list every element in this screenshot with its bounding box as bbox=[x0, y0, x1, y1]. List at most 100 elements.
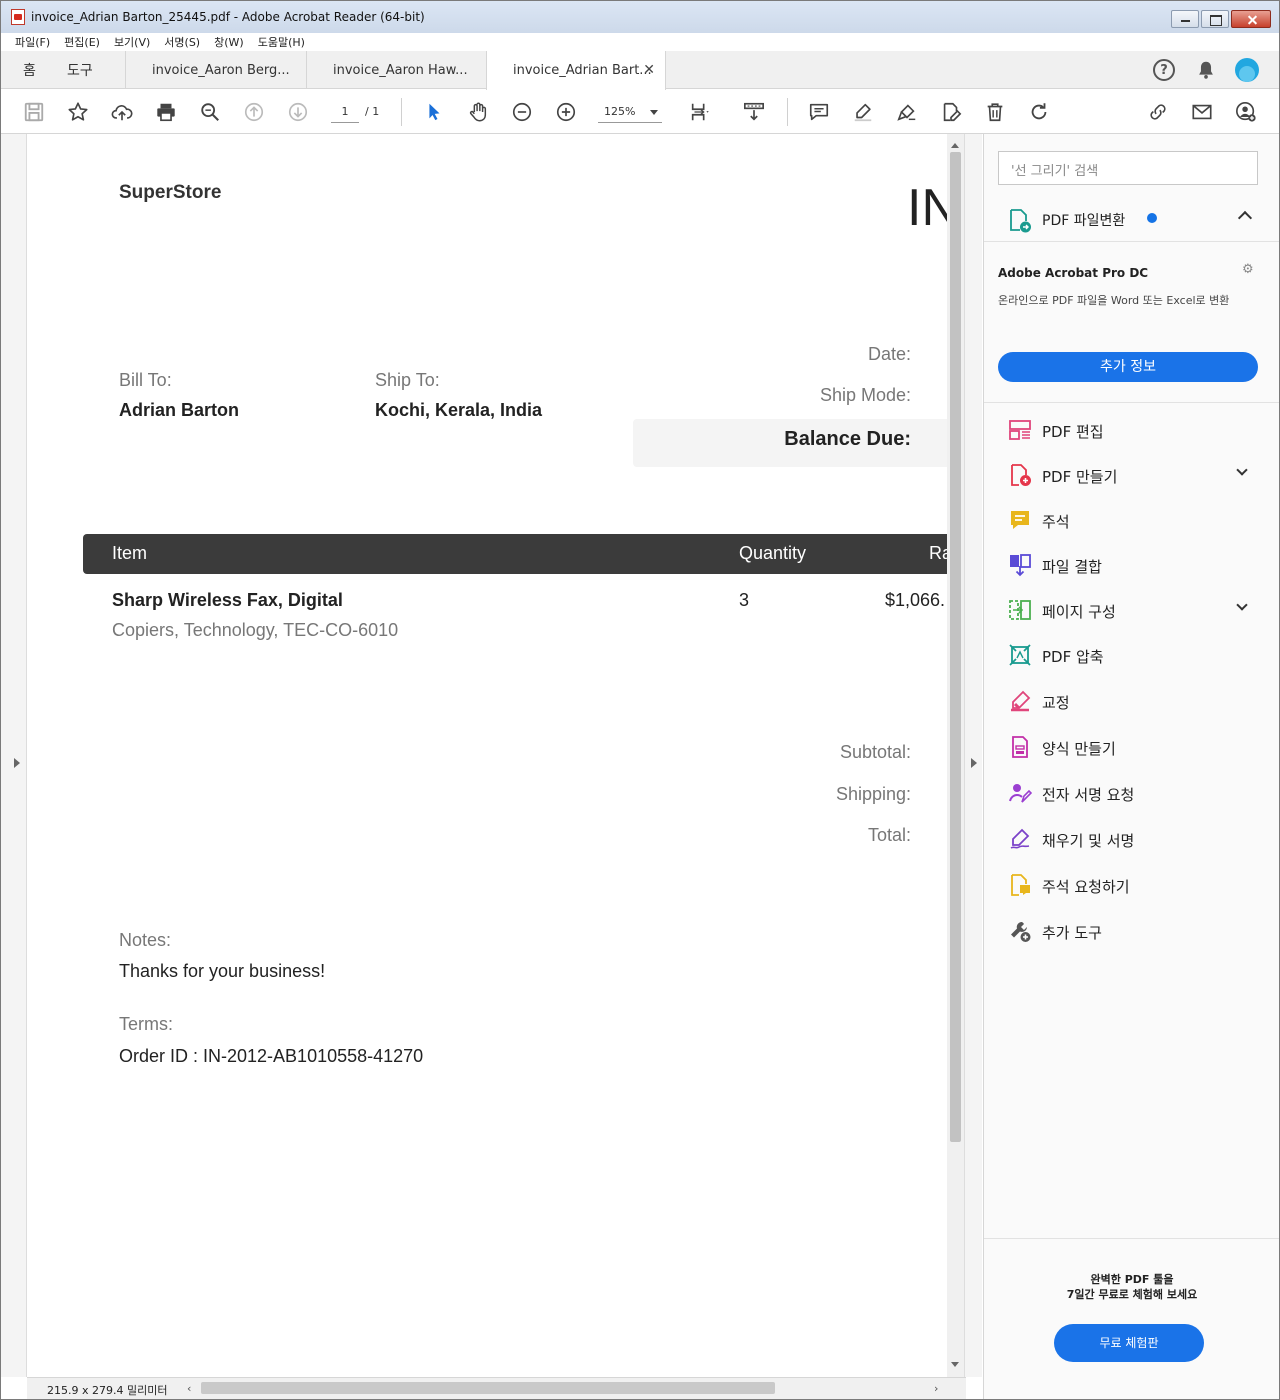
fit-page-icon[interactable] bbox=[688, 100, 712, 124]
right-panel-toggle[interactable] bbox=[964, 134, 982, 1377]
find-zoom-icon[interactable] bbox=[198, 100, 222, 124]
tool-comment[interactable]: 주석 bbox=[984, 500, 1279, 540]
doc-tab-3-active[interactable]: invoice_Adrian Bart... ✕ bbox=[486, 51, 666, 90]
free-trial-button[interactable]: 무료 체험판 bbox=[1054, 1324, 1204, 1362]
request-signature-icon bbox=[1009, 784, 1032, 803]
scroll-right-icon[interactable]: › bbox=[934, 1382, 938, 1395]
window-controls bbox=[1169, 10, 1271, 28]
scroll-left-icon[interactable]: ‹ bbox=[187, 1382, 191, 1395]
terms-text: Order ID : IN-2012-AB1010558-41270 bbox=[119, 1046, 424, 1066]
add-user-icon[interactable] bbox=[1234, 100, 1258, 124]
collapse-caret-icon[interactable] bbox=[1237, 210, 1253, 226]
tab-home[interactable]: 홈 bbox=[23, 51, 36, 89]
tab-bar: 홈 도구 invoice_Aaron Berg... invoice_Aaron… bbox=[1, 51, 1279, 90]
menu-window[interactable]: 창(W) bbox=[214, 34, 244, 50]
scrollbar-thumb[interactable] bbox=[950, 152, 961, 1142]
trial-promo-text: 완벽한 PDF 툴을 7일간 무료로 체험해 보세요 bbox=[984, 1272, 1279, 1302]
print-icon[interactable] bbox=[154, 100, 178, 124]
tab-tools[interactable]: 도구 bbox=[67, 51, 93, 89]
tool-label: 주석 요청하기 bbox=[1042, 878, 1130, 896]
page-total: / 1 bbox=[365, 105, 380, 118]
page-number-input[interactable]: 1 bbox=[331, 101, 359, 123]
scroll-mode-icon[interactable] bbox=[742, 100, 766, 124]
menu-sign[interactable]: 서명(S) bbox=[164, 34, 200, 50]
tools-pane: '선 그리기' 검색 PDF 파일변환 Adobe Acrobat Pro DC… bbox=[983, 134, 1279, 1399]
tool-redact[interactable]: 교정 bbox=[984, 681, 1279, 721]
doc-tab-1[interactable]: invoice_Aaron Berg... bbox=[125, 51, 305, 89]
bell-icon[interactable] bbox=[1195, 59, 1217, 81]
horizontal-scrollbar-thumb[interactable] bbox=[201, 1382, 775, 1394]
scroll-up-icon[interactable] bbox=[951, 139, 959, 148]
menu-view[interactable]: 보기(V) bbox=[114, 34, 150, 50]
items-table-header: Item Quantity Rate bbox=[83, 534, 947, 574]
zoom-select[interactable]: 125% bbox=[598, 101, 662, 123]
promo-settings-icon[interactable]: ⚙ bbox=[1242, 262, 1254, 277]
tool-request-signature[interactable]: 전자 서명 요청 bbox=[984, 773, 1279, 813]
toolbar: 1 / 1 125% bbox=[1, 90, 1279, 134]
tool-fill-sign[interactable]: 채우기 및 서명 bbox=[984, 819, 1279, 859]
acrobat-app-icon bbox=[11, 9, 25, 25]
terms-label: Terms: bbox=[119, 1014, 173, 1034]
invoice-title: INVOICE bbox=[907, 179, 947, 237]
comment-icon[interactable] bbox=[807, 100, 831, 124]
tool-label: 주석 bbox=[1042, 513, 1070, 531]
delete-trash-icon[interactable] bbox=[983, 100, 1007, 124]
previous-page-icon[interactable] bbox=[242, 100, 266, 124]
edit-document-icon[interactable] bbox=[939, 100, 963, 124]
highlight-icon[interactable] bbox=[851, 100, 875, 124]
save-icon[interactable] bbox=[22, 100, 46, 124]
convert-pdf-section[interactable]: PDF 파일변환 bbox=[984, 196, 1279, 242]
close-tab-icon[interactable]: ✕ bbox=[643, 62, 655, 78]
tool-create-pdf[interactable]: PDF 만들기 bbox=[984, 455, 1279, 495]
expand-chevron-icon[interactable] bbox=[1236, 599, 1248, 611]
rotate-icon[interactable] bbox=[1027, 100, 1051, 124]
scroll-down-icon[interactable] bbox=[951, 1362, 959, 1371]
tool-send-comments[interactable]: 주석 요청하기 bbox=[984, 865, 1279, 905]
tool-combine-files[interactable]: 파일 결합 bbox=[984, 545, 1279, 585]
tool-compress-pdf[interactable]: PDF 압축 bbox=[984, 635, 1279, 675]
premium-badge-icon bbox=[1147, 213, 1157, 223]
menu-help[interactable]: 도움말(H) bbox=[258, 34, 305, 50]
tool-label: 전자 서명 요청 bbox=[1042, 786, 1135, 804]
more-tools-icon bbox=[1011, 921, 1031, 942]
hand-tool-icon[interactable] bbox=[466, 100, 490, 124]
cloud-upload-icon[interactable] bbox=[110, 100, 134, 124]
doc-tab-label: invoice_Aaron Haw... bbox=[333, 62, 468, 78]
doc-tab-2[interactable]: invoice_Aaron Haw... bbox=[306, 51, 486, 89]
select-pointer-icon[interactable] bbox=[422, 100, 446, 124]
menu-edit[interactable]: 편집(E) bbox=[64, 34, 100, 50]
email-icon[interactable] bbox=[1190, 100, 1214, 124]
next-page-icon[interactable] bbox=[286, 100, 310, 124]
tool-label: 추가 도구 bbox=[1042, 924, 1102, 942]
ship-to-label: Ship To: bbox=[375, 370, 440, 390]
sign-pen-icon[interactable] bbox=[895, 100, 919, 124]
toolbar-separator bbox=[787, 98, 788, 126]
user-avatar-icon[interactable] bbox=[1235, 58, 1259, 82]
trial-text-line-2: 7일간 무료로 체험해 보세요 bbox=[1066, 1288, 1198, 1301]
bookmark-star-icon[interactable] bbox=[66, 100, 90, 124]
help-icon[interactable]: ? bbox=[1153, 59, 1175, 81]
more-info-button[interactable]: 추가 정보 bbox=[998, 352, 1258, 382]
zoom-in-icon[interactable] bbox=[554, 100, 578, 124]
zoom-out-icon[interactable] bbox=[510, 100, 534, 124]
close-window-button[interactable] bbox=[1231, 10, 1271, 28]
promo-title: Adobe Acrobat Pro DC bbox=[998, 266, 1149, 280]
tool-more-tools[interactable]: 추가 도구 bbox=[984, 911, 1279, 951]
doc-tab-label: invoice_Adrian Bart... bbox=[513, 63, 652, 78]
maximize-button[interactable] bbox=[1201, 10, 1229, 28]
menu-file[interactable]: 파일(F) bbox=[15, 34, 50, 50]
vertical-scrollbar[interactable] bbox=[947, 134, 964, 1377]
share-link-icon[interactable] bbox=[1146, 100, 1170, 124]
tool-label: 교정 bbox=[1042, 694, 1070, 712]
tool-organize-pages[interactable]: 페이지 구성 bbox=[984, 590, 1279, 630]
left-panel-toggle[interactable] bbox=[1, 134, 27, 1377]
tool-prepare-form[interactable]: 양식 만들기 bbox=[984, 727, 1279, 767]
minimize-button[interactable] bbox=[1171, 10, 1199, 28]
tool-edit-pdf[interactable]: PDF 편집 bbox=[984, 410, 1279, 450]
tab-bar-right-icons: ? bbox=[1153, 58, 1259, 82]
item-rate: $1,066. bbox=[885, 590, 946, 610]
header-rate: Rate bbox=[929, 543, 947, 563]
tool-label: PDF 편집 bbox=[1042, 423, 1104, 441]
expand-chevron-icon[interactable] bbox=[1236, 464, 1248, 476]
tool-search-input[interactable]: '선 그리기' 검색 bbox=[998, 151, 1258, 185]
